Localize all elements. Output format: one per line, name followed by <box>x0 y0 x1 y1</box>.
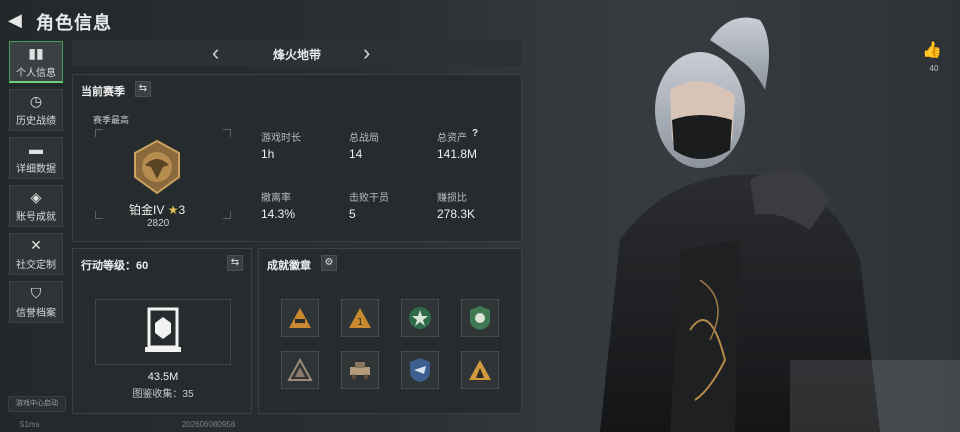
back-arrow-icon[interactable]: ◀ <box>8 10 28 30</box>
history-icon: ◷ <box>29 93 43 109</box>
vehicle-badge-icon <box>350 362 370 380</box>
triangle-badge-icon <box>289 308 311 328</box>
game-center-badge[interactable]: 游戏中心启动 <box>8 396 66 412</box>
sidebar-item-achievements[interactable]: ◈ 账号成就 <box>9 185 63 227</box>
help-icon[interactable]: ? <box>472 128 478 139</box>
stat-label: 赚损比 <box>437 193 467 204</box>
rank-label: 铂金IV ★3 <box>129 201 185 218</box>
swap-icon[interactable]: ⇆ <box>227 255 243 271</box>
bar-chart-icon: ▮▮ <box>28 44 44 61</box>
status-bar: 51ms 202606080958 <box>20 420 235 429</box>
rank-emblem-icon <box>134 139 180 195</box>
achievement-badge[interactable] <box>281 299 319 337</box>
swap-icon[interactable]: ⇆ <box>135 81 151 97</box>
stat-value: 141.8M <box>437 147 478 161</box>
season-best-label: 赛季最高 <box>93 115 130 125</box>
sidebar-item-personal-info[interactable]: ▮▮ 个人信息 <box>9 41 63 83</box>
achievement-badge[interactable] <box>341 351 379 389</box>
stat-label: 撤离率 <box>261 193 291 204</box>
achievement-badge[interactable] <box>401 299 439 337</box>
folder-icon: ▬ <box>29 141 43 157</box>
sidebar-item-social[interactable]: ✕ 社交定制 <box>9 233 63 275</box>
like-count: 40 <box>929 64 939 73</box>
shield-badge-icon <box>470 306 490 330</box>
achievement-badge[interactable] <box>281 351 319 389</box>
star-icon: ★ <box>167 203 179 217</box>
stat-value: 278.3K <box>437 207 476 221</box>
shield-icon: ⛉ <box>30 285 42 301</box>
action-level-panel: 行动等级：60 ⇆ 43.5M 图鉴收集：35 <box>72 248 252 414</box>
gold-triangle-badge-icon <box>469 360 491 380</box>
stat-value: 14.3% <box>261 207 296 221</box>
thumbs-up-icon[interactable]: 👍 <box>922 40 942 60</box>
achievement-badge[interactable] <box>461 299 499 337</box>
action-level-title: 行动等级：60 <box>81 260 149 272</box>
stat-label: 总资产 <box>437 133 467 144</box>
season-title: 当前赛季 <box>81 86 125 98</box>
chevron-right-icon[interactable]: › <box>363 40 370 66</box>
season-panel: 当前赛季 ⇆ 赛季最高 铂金IV ★3 2820 游戏时长 1h 总战局 14 … <box>72 74 522 242</box>
sidebar-item-reputation[interactable]: ⛉ 信誉档案 <box>9 281 63 323</box>
frame-corner <box>95 211 103 219</box>
sidebar-item-label: 个人信息 <box>16 67 56 79</box>
frame-corner <box>223 211 231 219</box>
sidebar-item-label: 信誉档案 <box>16 308 56 319</box>
svg-text:1: 1 <box>357 317 363 328</box>
stat-value: 5 <box>349 207 356 221</box>
ping-value: 51ms <box>20 420 40 429</box>
collection-count: 图鉴收集：35 <box>132 389 194 400</box>
collection-icon <box>145 307 181 352</box>
rank-score: 2820 <box>147 218 170 229</box>
map-name: 烽火地带 <box>272 48 321 62</box>
frame-corner <box>223 129 231 137</box>
stat-label: 游戏时长 <box>261 133 301 144</box>
tools-icon: ✕ <box>30 237 42 253</box>
rank-one-badge-icon: 1 <box>349 308 371 328</box>
stat-value: 1h <box>261 147 275 161</box>
rank-stars: 3 <box>178 203 186 217</box>
character-portrait <box>560 0 960 432</box>
achievement-badge[interactable]: 1 <box>341 299 379 337</box>
sidebar-item-history[interactable]: ◷ 历史战绩 <box>9 89 63 131</box>
player-id: 202606080958 <box>181 420 236 429</box>
star-badge-icon <box>409 307 431 329</box>
sidebar-item-label: 详细数据 <box>16 164 56 175</box>
sidebar-item-label: 账号成就 <box>16 212 56 223</box>
stat-value: 14 <box>349 147 363 161</box>
stat-label: 击败干员 <box>349 193 389 204</box>
sidebar-item-details[interactable]: ▬ 详细数据 <box>9 137 63 179</box>
sidebar-item-label: 历史战绩 <box>16 116 56 127</box>
achievement-badge[interactable] <box>401 351 439 389</box>
settings-icon[interactable]: ⚙ <box>321 255 337 271</box>
action-value: 43.5M <box>147 371 179 383</box>
blue-shield-badge-icon <box>410 358 430 382</box>
frame-corner <box>95 129 103 137</box>
stat-label: 总战局 <box>349 133 379 144</box>
trophy-icon: ◈ <box>30 189 42 205</box>
achievement-badge[interactable] <box>461 351 499 389</box>
achievements-title: 成就徽章 <box>267 260 311 272</box>
chevron-left-icon[interactable]: ‹ <box>212 40 219 66</box>
sidebar-item-label: 社交定制 <box>16 260 56 271</box>
rank-name: 铂金IV <box>129 203 165 217</box>
achievements-panel: 成就徽章 ⚙ 1 <box>258 248 522 414</box>
page-title: 角色信息 <box>36 13 112 33</box>
warning-badge-icon <box>287 358 313 381</box>
